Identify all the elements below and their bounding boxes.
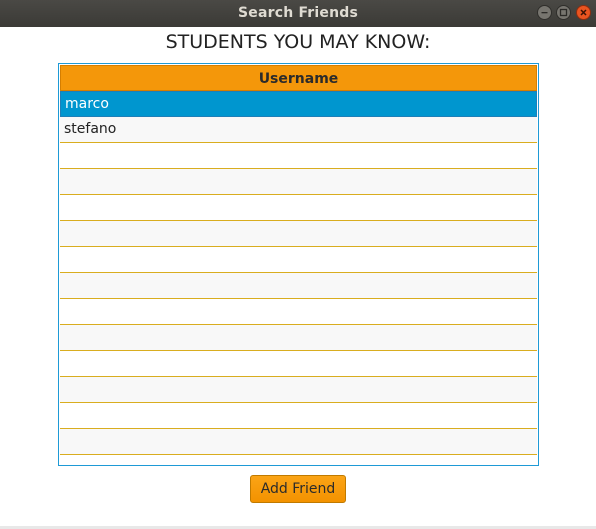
close-button[interactable] [576, 5, 591, 20]
page-title: STUDENTS YOU MAY KNOW: [165, 31, 431, 53]
table-row[interactable] [60, 351, 537, 377]
minimize-button[interactable] [537, 5, 552, 20]
table-row[interactable] [60, 403, 537, 429]
add-friend-button[interactable]: Add Friend [250, 475, 346, 503]
username-cell: marco [65, 96, 109, 112]
table-row[interactable] [60, 299, 537, 325]
username-cell: stefano [64, 121, 117, 137]
window-title: Search Friends [237, 5, 359, 21]
usernames-table[interactable]: Username marco stefano [58, 63, 539, 466]
column-header-username[interactable]: Username [60, 65, 537, 91]
table-row[interactable] [60, 195, 537, 221]
table-row[interactable] [60, 325, 537, 351]
table-row[interactable] [60, 429, 537, 455]
table-row[interactable] [60, 273, 537, 299]
maximize-icon [559, 8, 568, 17]
column-header-label: Username [258, 71, 339, 87]
window-titlebar[interactable]: Search Friends [0, 0, 596, 27]
table-row[interactable] [60, 247, 537, 273]
minimize-icon [541, 12, 548, 14]
maximize-button[interactable] [556, 5, 571, 20]
table-row[interactable] [60, 169, 537, 195]
table-row[interactable] [60, 221, 537, 247]
table-row[interactable]: stefano [60, 117, 537, 143]
close-icon [580, 9, 587, 16]
table-row[interactable] [60, 143, 537, 169]
table-row[interactable] [60, 377, 537, 403]
table-row[interactable] [60, 455, 537, 465]
table-row[interactable]: marco [60, 91, 537, 117]
